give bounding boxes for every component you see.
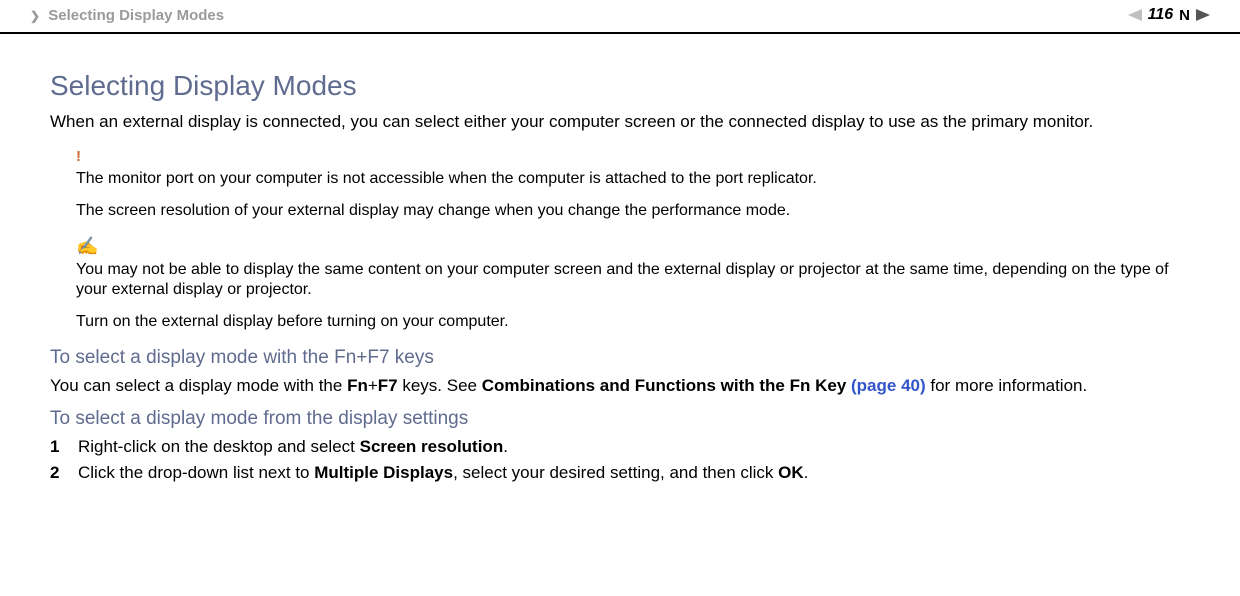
steps-list: 1 Right-click on the desktop and select … [50, 436, 1190, 483]
text: . [804, 463, 809, 482]
page-title: Selecting Display Modes [50, 68, 1190, 103]
note-block: ✍ You may not be able to display the sam… [50, 235, 1190, 332]
plus: + [368, 376, 378, 395]
bold-text: Multiple Displays [314, 463, 453, 482]
page-nav: 116 N [1128, 6, 1210, 24]
breadcrumb: ❯ Selecting Display Modes [30, 7, 224, 24]
intro-paragraph: When an external display is connected, y… [50, 111, 1190, 132]
subheading-display-settings: To select a display mode from the displa… [50, 407, 1190, 431]
fn-key: Fn [347, 376, 368, 395]
text: Right-click on the desktop and select [78, 437, 360, 456]
subheading-fn-f7: To select a display mode with the Fn+F7 … [50, 346, 1190, 370]
fn-f7-paragraph: You can select a display mode with the F… [50, 375, 1190, 396]
list-item: 1 Right-click on the desktop and select … [50, 436, 1190, 457]
step-number: 2 [50, 462, 62, 483]
text: . [503, 437, 508, 456]
step-text: Click the drop-down list next to Multipl… [78, 462, 808, 483]
f7-key: F7 [378, 376, 398, 395]
list-item: 2 Click the drop-down list next to Multi… [50, 462, 1190, 483]
note-text-2: Turn on the external display before turn… [76, 312, 1190, 332]
page-content: Selecting Display Modes When an external… [0, 34, 1240, 483]
bold-text: Screen resolution [360, 437, 504, 456]
pencil-icon: ✍ [76, 235, 1190, 258]
prev-page-icon[interactable] [1128, 9, 1142, 21]
note-text-1: You may not be able to display the same … [76, 260, 1190, 300]
page-number: 116 [1148, 6, 1174, 24]
chevron-right-icon: ❯ [30, 9, 40, 23]
n-label: N [1179, 7, 1190, 24]
link-title: Combinations and Functions with the Fn K… [482, 376, 851, 395]
step-number: 1 [50, 436, 62, 457]
text: keys. See [398, 376, 482, 395]
step-text: Right-click on the desktop and select Sc… [78, 436, 508, 457]
breadcrumb-text: Selecting Display Modes [48, 7, 224, 24]
next-page-icon[interactable] [1196, 9, 1210, 21]
text: for more information. [926, 376, 1088, 395]
text: Click the drop-down list next to [78, 463, 314, 482]
warning-block: ! The monitor port on your computer is n… [50, 148, 1190, 221]
text: , select your desired setting, and then … [453, 463, 778, 482]
page-link[interactable]: (page 40) [851, 376, 926, 395]
text: You can select a display mode with the [50, 376, 347, 395]
page-header: ❯ Selecting Display Modes 116 N [0, 0, 1240, 34]
warning-icon: ! [76, 148, 1190, 167]
warning-text-2: The screen resolution of your external d… [76, 201, 1190, 221]
warning-text-1: The monitor port on your computer is not… [76, 169, 1190, 189]
bold-text: OK [778, 463, 804, 482]
